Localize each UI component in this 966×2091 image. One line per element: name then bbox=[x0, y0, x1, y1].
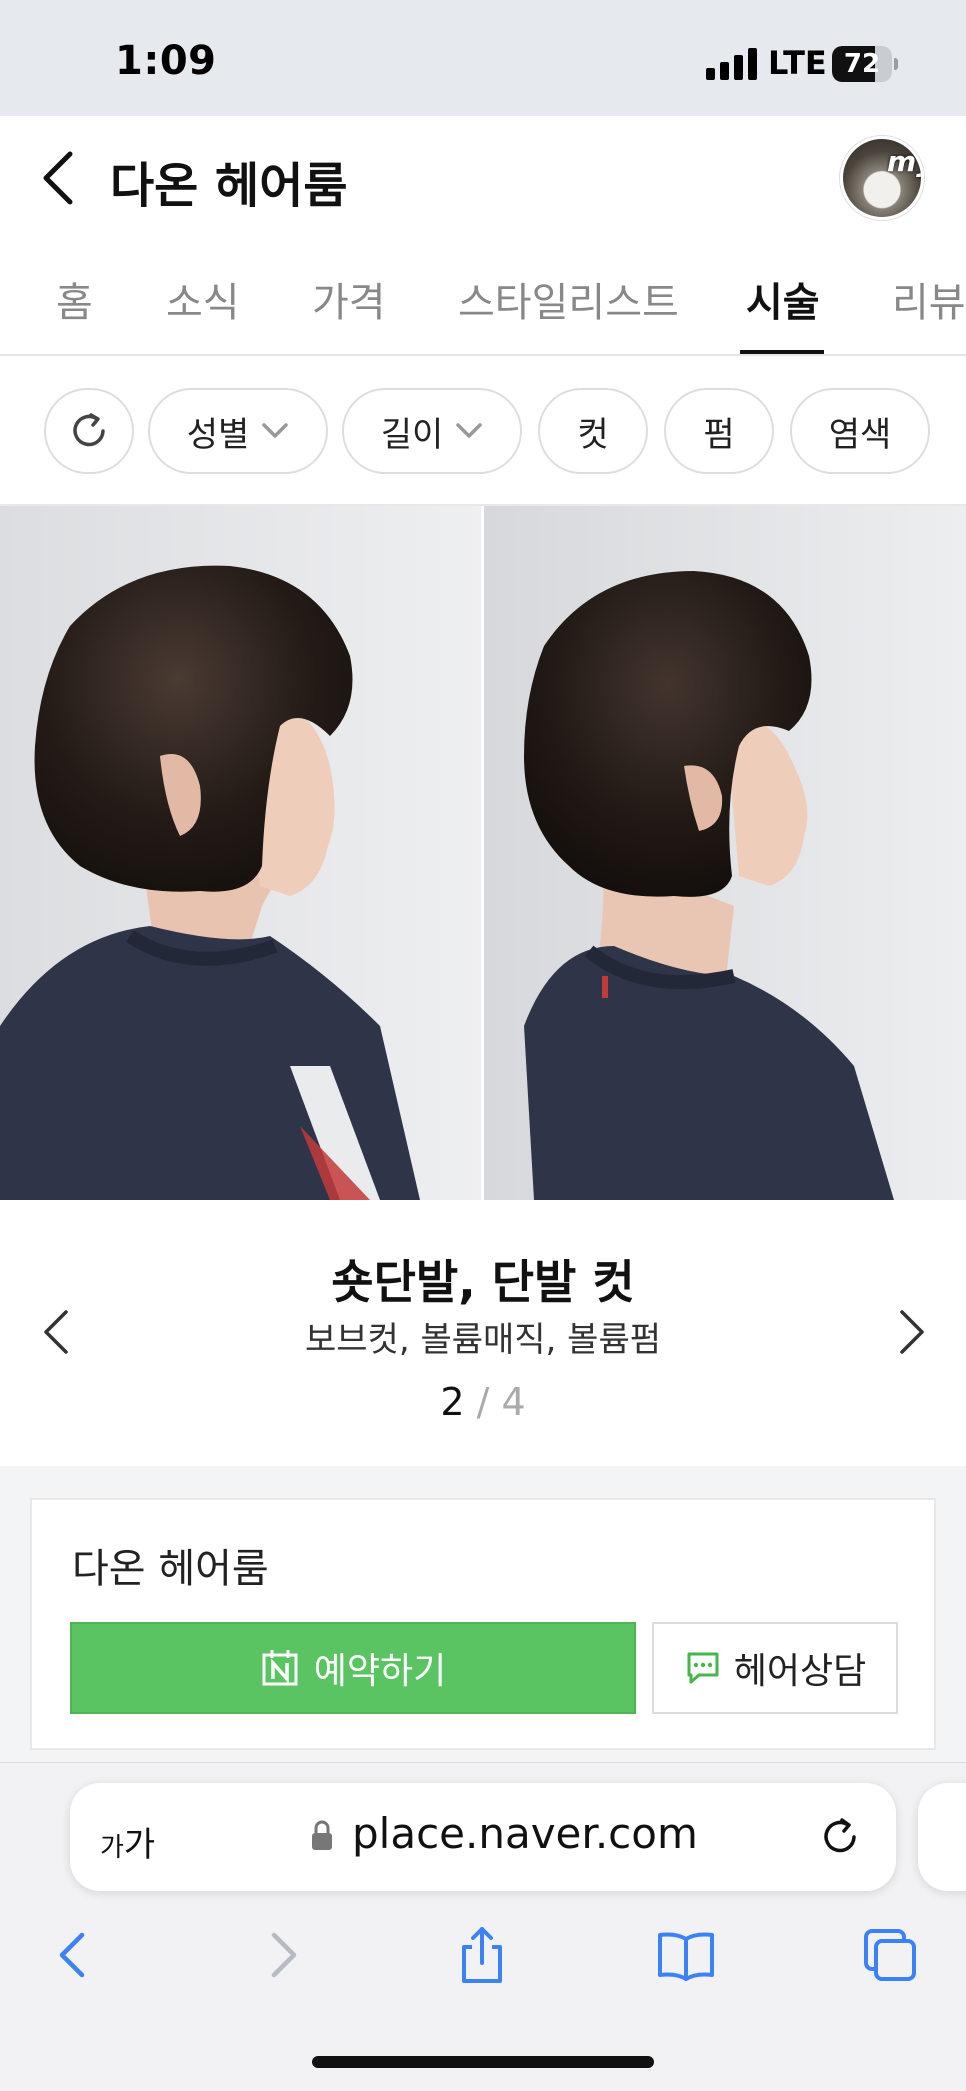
back-button[interactable] bbox=[36, 146, 86, 210]
browser-forward-button[interactable] bbox=[252, 1925, 312, 1985]
tabs-icon bbox=[864, 1929, 916, 1981]
consult-label: 헤어상담 bbox=[733, 1651, 867, 1692]
reset-filter-button[interactable] bbox=[44, 388, 134, 474]
tab-home[interactable]: 홈 bbox=[56, 270, 93, 328]
filter-gender-label: 성별 bbox=[186, 414, 250, 455]
next-tab-preview[interactable] bbox=[918, 1783, 966, 1891]
tab-styles[interactable]: 시술 bbox=[746, 270, 820, 328]
filter-cut[interactable]: 컷 bbox=[538, 388, 648, 474]
filter-color-label: 염색 bbox=[828, 414, 892, 455]
filter-length-label: 길이 bbox=[380, 414, 444, 455]
salon-name: 다온 헤어룸 bbox=[72, 1546, 269, 1592]
style-pager: 2 / 4 bbox=[0, 1380, 966, 1424]
reload-button[interactable] bbox=[818, 1815, 862, 1859]
share-icon bbox=[462, 1927, 502, 1983]
chevron-left-icon bbox=[43, 151, 73, 205]
text-size-large: 가 bbox=[123, 1825, 156, 1865]
home-indicator bbox=[312, 2056, 654, 2068]
browser-chrome: 가가 place.naver.com bbox=[0, 1762, 966, 2091]
battery-percent: 72 bbox=[843, 49, 881, 79]
style-tags: 보브컷, 볼륨매직, 볼륨펌 bbox=[304, 1320, 662, 1360]
avatar[interactable]: my bbox=[840, 136, 924, 220]
text-size-button[interactable]: 가가 bbox=[100, 1817, 155, 1866]
style-photo-left[interactable] bbox=[0, 506, 481, 1200]
status-bar: 1:09 LTE 72 bbox=[0, 0, 966, 116]
address-bar[interactable]: 가가 place.naver.com bbox=[70, 1783, 896, 1891]
avatar-text: my bbox=[887, 145, 921, 178]
tab-bar: 홈 소식 가격 스타일리스트 시술 리뷰 bbox=[0, 240, 966, 356]
network-type: LTE bbox=[768, 44, 827, 82]
filter-bar: 성별 길이 컷 펌 염색 bbox=[0, 358, 966, 506]
active-tab-indicator bbox=[740, 350, 824, 354]
tab-reviews[interactable]: 리뷰 bbox=[892, 270, 966, 328]
filter-cut-label: 컷 bbox=[577, 414, 609, 455]
bookmarks-button[interactable] bbox=[656, 1925, 716, 1985]
filter-color[interactable]: 염색 bbox=[790, 388, 930, 474]
tab-price[interactable]: 가격 bbox=[312, 270, 386, 328]
style-title: 숏단발, 단발 컷 bbox=[331, 1255, 635, 1309]
signal-icon bbox=[706, 48, 758, 80]
calendar-icon bbox=[262, 1650, 298, 1686]
filter-length[interactable]: 길이 bbox=[342, 388, 522, 474]
chevron-down-icon bbox=[456, 423, 483, 438]
filter-perm[interactable]: 펌 bbox=[664, 388, 774, 474]
chevron-right-icon bbox=[900, 1310, 924, 1354]
filter-perm-label: 펌 bbox=[703, 414, 735, 455]
reserve-label: 예약하기 bbox=[313, 1651, 447, 1692]
page-header: 다온 헤어룸 my bbox=[0, 116, 966, 240]
chat-icon bbox=[687, 1652, 719, 1684]
style-photo-right[interactable] bbox=[484, 506, 966, 1200]
refresh-icon bbox=[73, 413, 105, 447]
battery-icon: 72 bbox=[832, 46, 898, 82]
url-text: place.naver.com bbox=[352, 1809, 698, 1858]
pager-total: 4 bbox=[501, 1380, 526, 1424]
tab-stylist[interactable]: 스타일리스트 bbox=[458, 270, 679, 328]
booking-card: 다온 헤어룸 예약하기 헤어상담 bbox=[30, 1498, 936, 1750]
chevron-down-icon bbox=[262, 423, 289, 438]
style-photo-gallery bbox=[0, 506, 966, 1200]
reserve-button[interactable]: 예약하기 bbox=[70, 1622, 636, 1714]
pager-separator: / bbox=[476, 1380, 490, 1424]
book-icon bbox=[658, 1932, 714, 1981]
filter-gender[interactable]: 성별 bbox=[148, 388, 328, 474]
page-title: 다온 헤어룸 bbox=[110, 158, 348, 214]
browser-back-button[interactable] bbox=[44, 1925, 104, 1985]
reload-icon bbox=[824, 1818, 856, 1853]
share-button[interactable] bbox=[452, 1925, 512, 1985]
chevron-left-icon bbox=[59, 1932, 85, 1978]
text-size-small: 가 bbox=[100, 1833, 124, 1863]
tab-news[interactable]: 소식 bbox=[166, 270, 240, 328]
pager-current: 2 bbox=[440, 1380, 465, 1424]
chevron-right-icon bbox=[271, 1932, 297, 1978]
consult-button[interactable]: 헤어상담 bbox=[652, 1622, 898, 1714]
tabs-button[interactable] bbox=[860, 1925, 920, 1985]
lock-icon bbox=[310, 1819, 334, 1853]
status-time: 1:09 bbox=[115, 38, 217, 84]
style-info: 숏단발, 단발 컷 보브컷, 볼륨매직, 볼륨펌 2 / 4 bbox=[0, 1200, 966, 1466]
next-style-button[interactable] bbox=[888, 1300, 932, 1364]
